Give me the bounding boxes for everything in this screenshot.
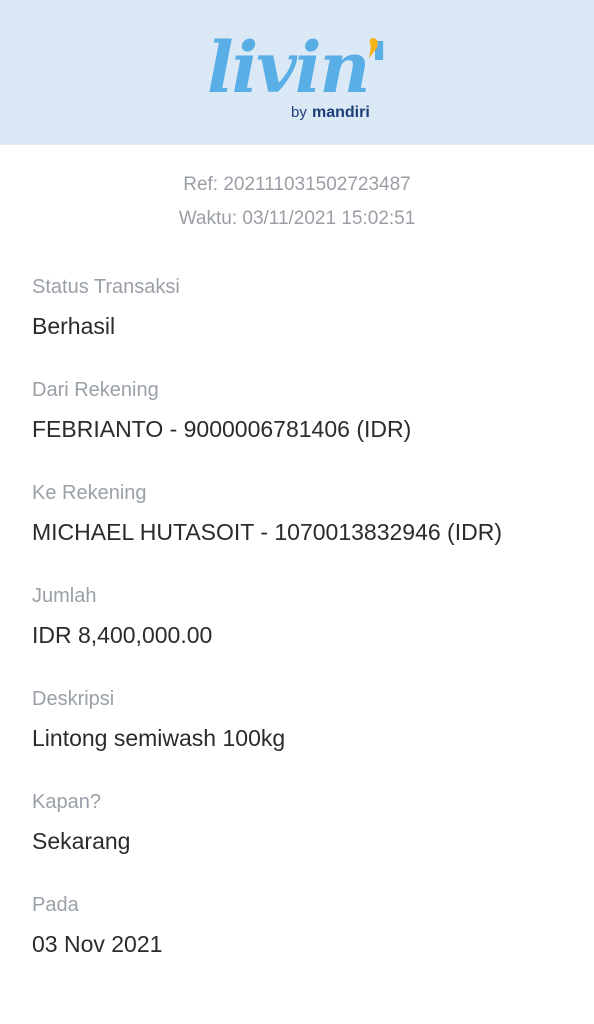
detail-value: 03 Nov 2021 — [32, 931, 163, 957]
detail-label: Ke Rekening — [32, 482, 147, 504]
logo-byline-prefix: by — [291, 104, 307, 121]
detail-value: IDR 8,400,000.00 — [32, 622, 213, 648]
detail-status: Status Transaksi Berhasil — [32, 268, 572, 371]
detail-source-account: Dari Rekening FEBRIANTO - 9000006781406 … — [32, 371, 572, 474]
transaction-details: Status Transaksi Berhasil Dari Rekening … — [32, 268, 572, 989]
transaction-reference: Ref: 202111031502723487 Waktu: 03/11/202… — [0, 168, 594, 236]
detail-when: Kapan? Sekarang — [32, 783, 572, 886]
detail-value: MICHAEL HUTASOIT - 1070013832946 (IDR) — [32, 519, 502, 545]
detail-value: Berhasil — [32, 313, 116, 339]
detail-label: Jumlah — [32, 585, 97, 607]
detail-value: FEBRIANTO - 9000006781406 (IDR) — [32, 416, 412, 442]
livin-by-mandiri-logo: livin' by mandiri — [207, 26, 390, 121]
detail-amount: Jumlah IDR 8,400,000.00 — [32, 577, 572, 680]
logo-wordmark: livin' — [207, 26, 388, 109]
detail-destination-account: Ke Rekening MICHAEL HUTASOIT - 107001383… — [32, 474, 572, 577]
detail-label: Status Transaksi — [32, 276, 180, 298]
reference-number: Ref: 202111031502723487 — [183, 174, 411, 195]
detail-label: Kapan? — [32, 791, 101, 813]
detail-label: Deskripsi — [32, 688, 115, 710]
transaction-time: Waktu: 03/11/2021 15:02:51 — [178, 208, 416, 229]
logo-byline-brand: mandiri — [312, 104, 370, 121]
detail-description: Deskripsi Lintong semiwash 100kg — [32, 680, 572, 783]
detail-label: Dari Rekening — [32, 379, 159, 401]
app-header: livin' by mandiri — [0, 0, 594, 145]
detail-label: Pada — [32, 894, 79, 916]
detail-date: Pada 03 Nov 2021 — [32, 886, 572, 989]
detail-value: Sekarang — [32, 828, 131, 854]
detail-value: Lintong semiwash 100kg — [32, 725, 286, 751]
